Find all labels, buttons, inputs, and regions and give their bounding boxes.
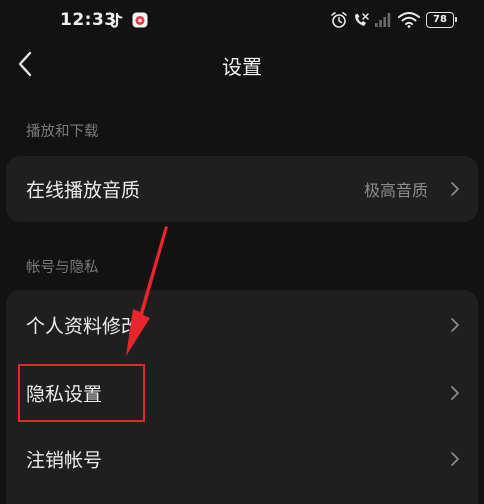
settings-card-playback: 在线播放音质 极高音质	[6, 156, 478, 222]
status-bar: 12:33 78	[0, 0, 484, 42]
section-label-playback: 播放和下载	[26, 124, 99, 140]
wifi-icon	[398, 12, 420, 28]
chevron-right-icon	[451, 182, 459, 196]
tiktok-icon	[111, 13, 123, 28]
cellular-signal-icon	[375, 13, 391, 27]
row-label: 个人资料修改	[26, 315, 141, 338]
app-notification-icon	[132, 12, 148, 28]
row-label: 注销帐号	[26, 449, 103, 472]
section-label-account: 帐号与隐私	[26, 260, 99, 276]
settings-card-account: 个人资料修改 隐私设置 注销帐号	[6, 290, 478, 504]
row-label: 隐私设置	[26, 383, 103, 406]
settings-row-privacy[interactable]: 隐私设置	[6, 360, 478, 426]
alarm-icon	[331, 12, 347, 28]
header: 设置	[0, 42, 484, 86]
battery-icon: 78	[426, 12, 457, 28]
settings-row-delete-account[interactable]: 注销帐号	[6, 426, 478, 492]
page-title: 设置	[222, 55, 262, 79]
chevron-right-icon	[451, 452, 459, 466]
battery-level: 78	[433, 14, 447, 25]
chevron-right-icon	[451, 318, 459, 332]
row-value: 极高音质	[363, 181, 428, 200]
row-label: 在线播放音质	[26, 179, 141, 202]
settings-row-profile-edit[interactable]: 个人资料修改	[6, 292, 478, 358]
no-sound-icon	[355, 13, 369, 26]
settings-row-playback-quality[interactable]: 在线播放音质 极高音质	[6, 157, 478, 221]
chevron-right-icon	[451, 386, 459, 400]
status-time: 12:33	[60, 10, 117, 30]
